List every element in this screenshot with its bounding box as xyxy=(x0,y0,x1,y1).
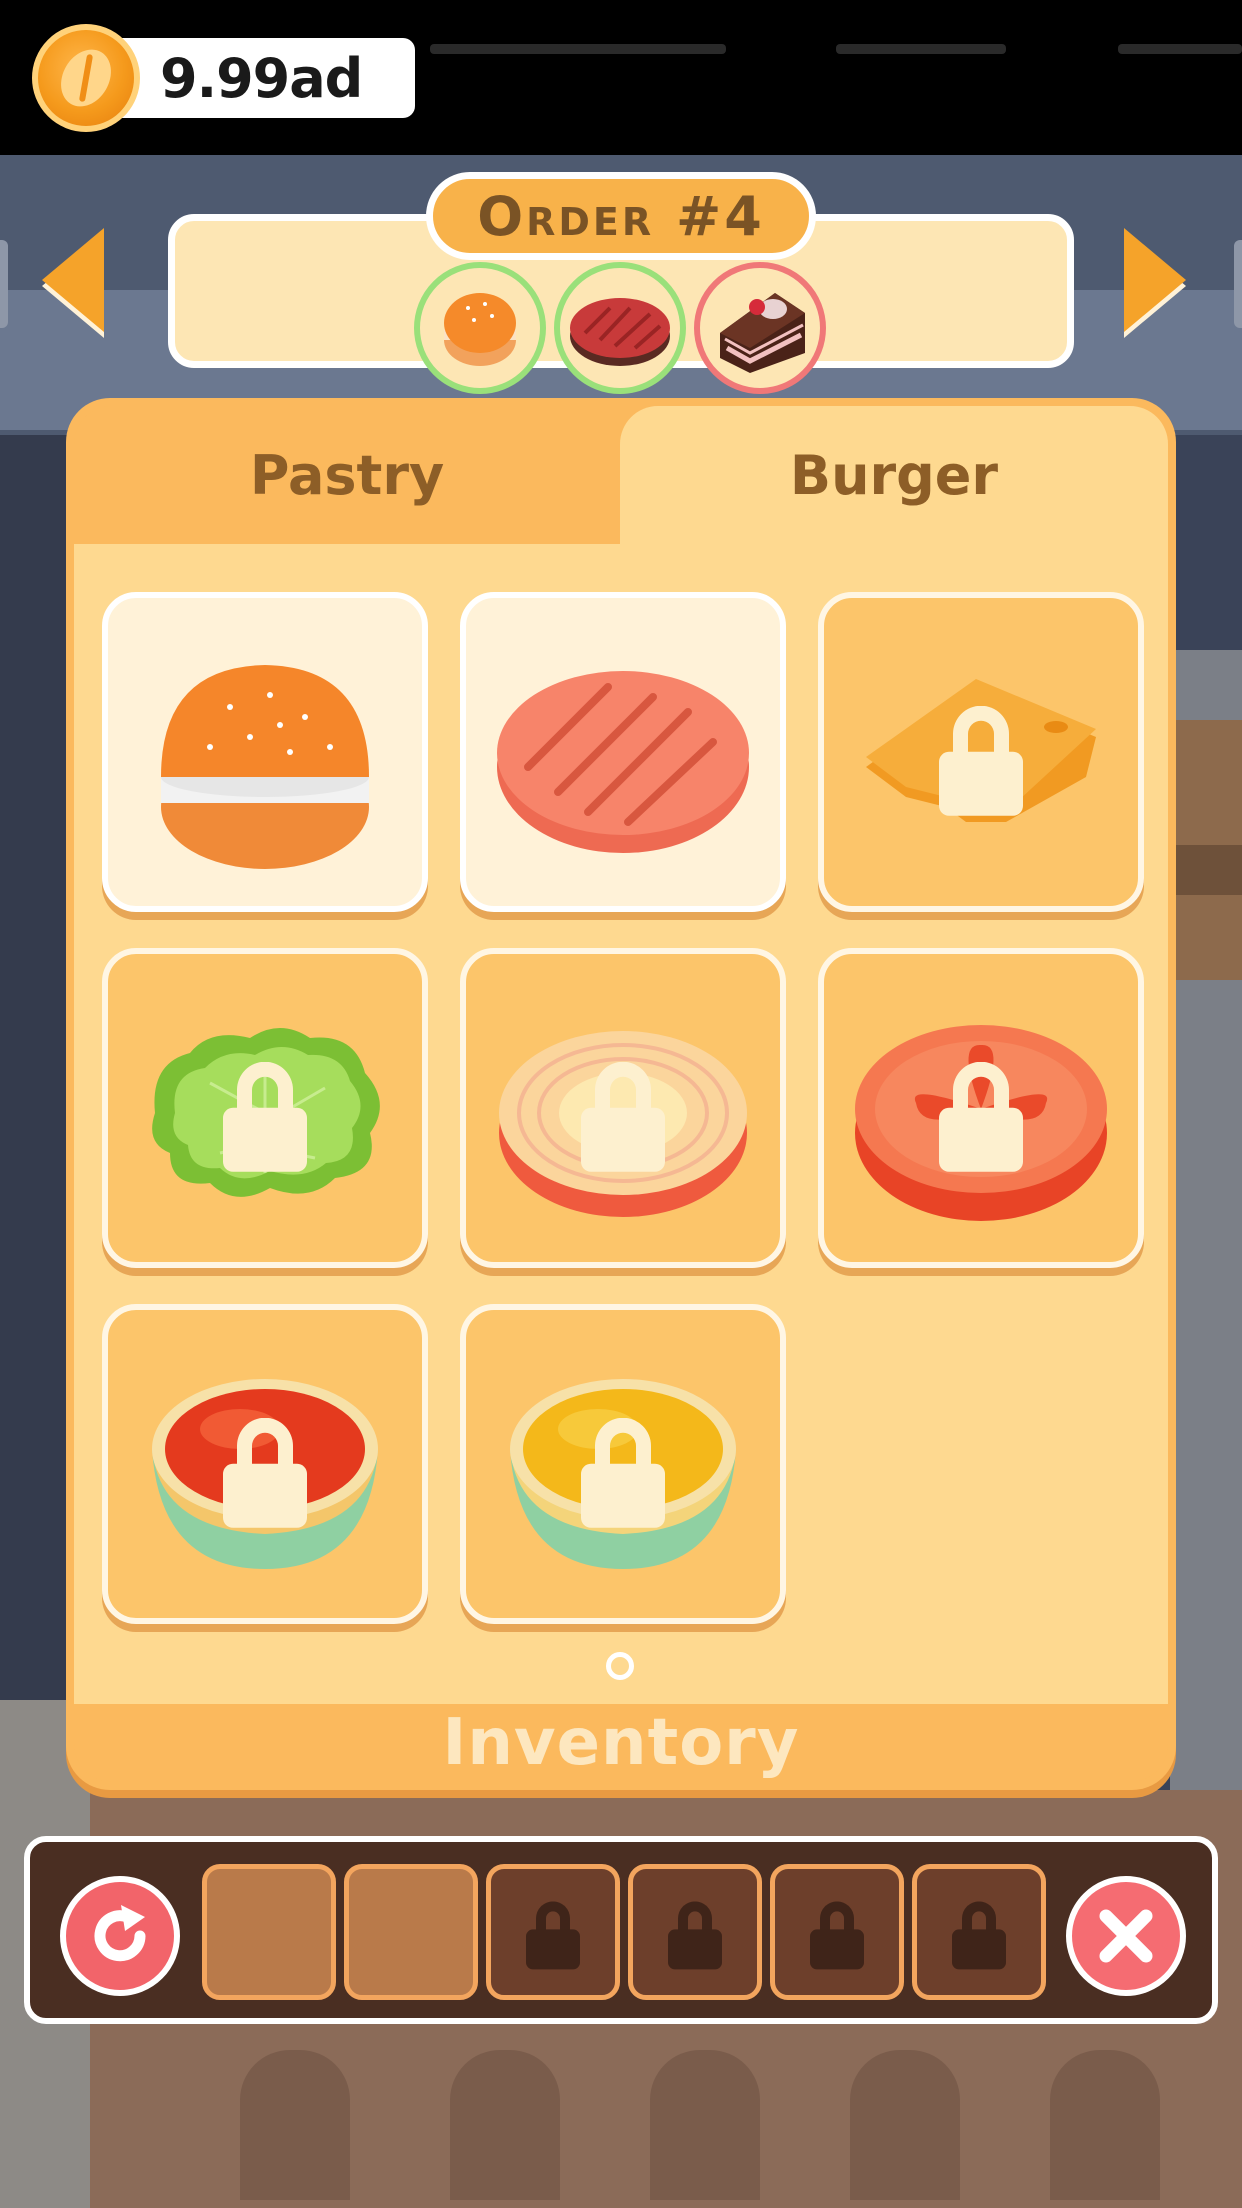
assembly-tray xyxy=(24,1836,1218,2024)
tab-pastry[interactable]: Pastry xyxy=(74,406,620,544)
tab-burger[interactable]: Burger xyxy=(620,406,1168,544)
lock-icon xyxy=(810,1901,864,1970)
tray-slot-6[interactable] xyxy=(912,1864,1046,2000)
tray-slot-3[interactable] xyxy=(486,1864,620,2000)
close-icon xyxy=(1099,1909,1153,1963)
lock-icon xyxy=(526,1901,580,1970)
currency-value: 9.99ad xyxy=(160,46,363,110)
coffee-bean-coin-icon xyxy=(32,24,140,132)
lock-icon xyxy=(581,1061,665,1172)
ingredient-tile-cheese[interactable] xyxy=(818,592,1144,912)
lock-icon xyxy=(939,1061,1023,1172)
beef-patty-icon xyxy=(497,671,749,853)
previous-order-arrow-icon[interactable] xyxy=(42,228,104,332)
shelf-edge xyxy=(1170,845,1242,895)
order-item-bun xyxy=(414,262,546,394)
order-item-patty xyxy=(554,262,686,394)
lock-icon xyxy=(668,1901,722,1970)
chocolate-cake-icon xyxy=(720,293,805,373)
ingredient-tile-mustard[interactable] xyxy=(460,1304,786,1624)
order-item-cake xyxy=(694,262,826,394)
lock-icon xyxy=(939,705,1023,816)
ingredient-tile-lettuce[interactable] xyxy=(102,948,428,1268)
burger-bun-icon xyxy=(444,293,516,366)
lock-icon xyxy=(952,1901,1006,1970)
reset-button[interactable] xyxy=(60,1876,180,1996)
category-tabs: Pastry Burger xyxy=(74,406,1168,544)
inventory-title: Inventory xyxy=(74,1704,1168,1782)
ingredient-tile-ketchup[interactable] xyxy=(102,1304,428,1624)
ingredient-tile-onion[interactable] xyxy=(460,948,786,1268)
ingredient-tile-patty[interactable] xyxy=(460,592,786,912)
tray-slot-4[interactable] xyxy=(628,1864,762,2000)
lock-icon xyxy=(223,1417,307,1528)
ingredient-tile-bun[interactable] xyxy=(102,592,428,912)
lock-icon xyxy=(223,1061,307,1172)
lock-icon xyxy=(581,1417,665,1528)
beef-patty-icon xyxy=(570,298,670,366)
edge-marker-right xyxy=(1234,240,1242,328)
next-order-arrow-icon[interactable] xyxy=(1124,228,1186,332)
order-title: Order #4 xyxy=(426,172,816,260)
tray-slot-1[interactable] xyxy=(202,1864,336,2000)
edge-marker-left xyxy=(0,240,8,328)
burger-bun-icon xyxy=(161,665,369,869)
refresh-icon xyxy=(94,1905,146,1962)
close-button[interactable] xyxy=(1066,1876,1186,1996)
page-indicator-dot xyxy=(606,1652,634,1680)
ingredient-tile-tomato[interactable] xyxy=(818,948,1144,1268)
tray-slot-2[interactable] xyxy=(344,1864,478,2000)
tray-slot-5[interactable] xyxy=(770,1864,904,2000)
